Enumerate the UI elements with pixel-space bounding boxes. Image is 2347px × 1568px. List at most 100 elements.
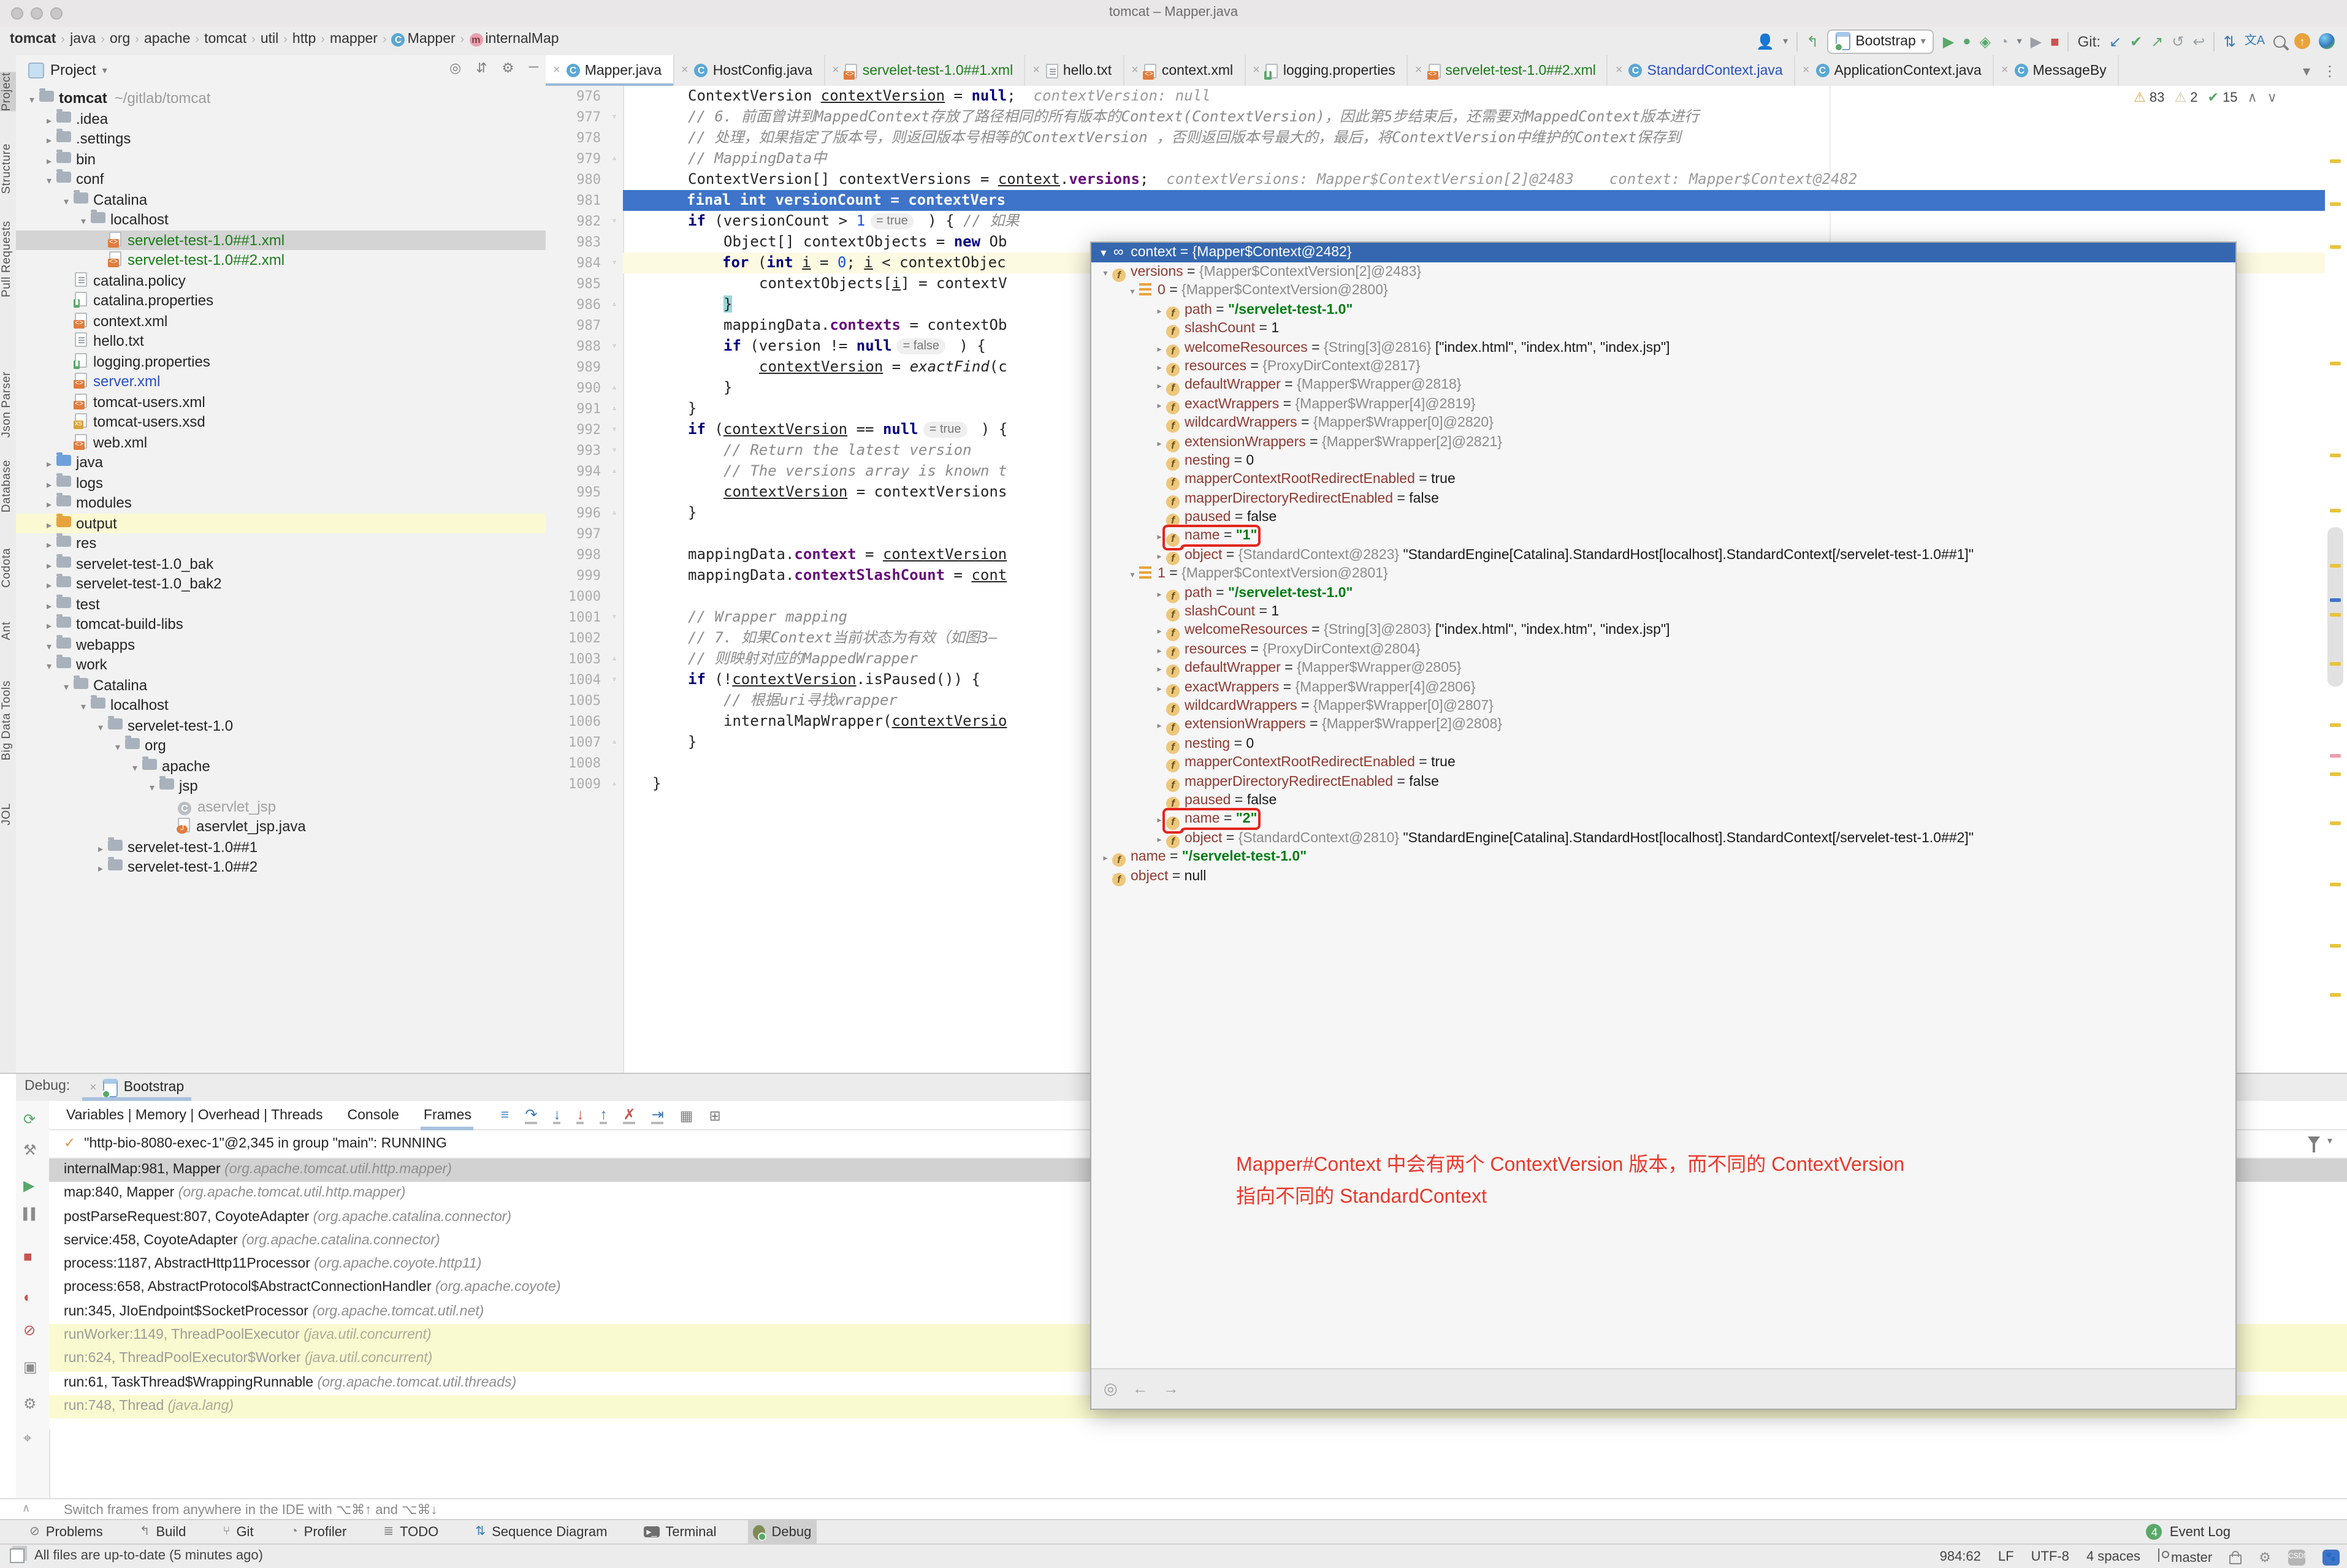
thread-dump-button[interactable]: ▣ [23, 1358, 37, 1376]
close-icon[interactable]: × [1616, 64, 1623, 77]
error-stripe[interactable] [2325, 86, 2347, 1073]
locate-file-button[interactable]: ◎ [449, 60, 461, 76]
variable-row-nesting[interactable]: fnesting = 0 [1091, 736, 2235, 755]
history-button[interactable]: ↺ [2172, 30, 2184, 52]
tree-chevron-icon[interactable]: ▸ [1153, 661, 1166, 680]
tree-item-conf[interactable]: ▾conf [16, 169, 546, 189]
toolwindow-git[interactable]: ⑂Git [218, 1520, 258, 1544]
fold-marker-icon[interactable]: ▵ [607, 294, 622, 315]
run-config-selector[interactable]: Bootstrap▾ [1827, 29, 1934, 53]
tree-item-res[interactable]: ▸res [16, 533, 546, 554]
run-anything-button[interactable]: ▶ [2031, 30, 2042, 52]
tree-chevron-icon[interactable]: ▾ [1099, 265, 1112, 284]
tab-hello.txt[interactable]: ×hello.txt [1025, 55, 1124, 86]
show-hidden-tabs-button[interactable]: ▾ [2303, 62, 2310, 79]
variable-row-resources[interactable]: ▸fresources = {ProxyDirContext@2804} [1091, 641, 2235, 660]
variable-row-defaultWrapper[interactable]: ▸fdefaultWrapper = {Mapper$Wrapper@2818} [1091, 377, 2235, 396]
code-line-981[interactable]: 981final int versionCount = contextVers [546, 190, 2347, 211]
tree-item-servelet-test-1.0##1[interactable]: ▸servelet-test-1.0##1 [16, 837, 546, 857]
warning-mark[interactable] [2330, 245, 2341, 249]
tab-context.xml[interactable]: ×<>context.xml [1124, 55, 1245, 86]
layout-settings-button[interactable]: ⊞ [709, 1106, 720, 1124]
tree-item-servelet-test-1.0[interactable]: ▾servelet-test-1.0 [16, 715, 546, 736]
force-step-into-button[interactable]: ↓ [576, 1106, 584, 1124]
rerun-button[interactable]: ⟳ [23, 1111, 36, 1128]
debug-button[interactable]: ● [1963, 30, 1971, 52]
build-settings-button[interactable]: ⚒ [23, 1141, 37, 1159]
close-icon[interactable]: × [1253, 64, 1260, 77]
tree-item-modules[interactable]: ▸modules [16, 493, 546, 513]
rollback-button[interactable]: ↩ [2192, 30, 2205, 52]
variable-row-mapperDirectoryRedirectEnabled[interactable]: fmapperDirectoryRedirectEnabled = false [1091, 490, 2235, 509]
warning-mark[interactable] [2330, 883, 2341, 886]
breadcrumb-item[interactable]: util [261, 32, 278, 47]
stripe-item-json-parser[interactable]: Json Parser [0, 371, 16, 438]
stripe-item-pull-requests[interactable]: Pull Requests [0, 221, 16, 297]
search-everywhere-icon[interactable] [2273, 35, 2286, 47]
fold-marker-icon[interactable]: ▵ [607, 774, 622, 794]
variable-row-wildcardWrappers[interactable]: fwildcardWrappers = {Mapper$Wrapper[0]@2… [1091, 698, 2235, 717]
panel-settings-button[interactable]: ⚙ [502, 60, 514, 76]
tree-item-jsp[interactable]: ▾jsp [16, 776, 546, 796]
tree-item-tomcat-users.xsd[interactable]: xstomcat-users.xsd [16, 412, 546, 432]
collapse-all-button[interactable]: ⇵ [476, 60, 487, 76]
tab-frames[interactable]: Frames [421, 1105, 474, 1125]
fold-marker-icon[interactable]: ▵ [607, 398, 622, 419]
warning-mark[interactable] [2330, 454, 2341, 457]
stripe-item-project[interactable]: Project [0, 72, 16, 111]
tree-item-localhost[interactable]: ▾localhost [16, 695, 546, 715]
sort-values-icon[interactable]: ◎ [1104, 1379, 1118, 1399]
fold-marker-icon[interactable]: ▿ [607, 419, 622, 440]
mute-breakpoints-button[interactable]: ⊘ [23, 1322, 36, 1339]
tab-Mapper.java[interactable]: ×CMapper.java [546, 55, 674, 86]
tree-chevron-icon[interactable]: ▸ [1153, 548, 1166, 567]
variable-row-path[interactable]: ▸fpath = "/servelet-test-1.0" [1091, 584, 2235, 603]
breakpoint-mark[interactable] [2330, 754, 2341, 758]
variable-row-exactWrappers[interactable]: ▸fexactWrappers = {Mapper$Wrapper[4]@280… [1091, 679, 2235, 698]
translate-icon[interactable]: 文A [2245, 30, 2265, 52]
warning-mark[interactable] [2330, 159, 2341, 163]
variable-row-object[interactable]: fobject = null [1091, 867, 2235, 886]
tree-chevron-icon[interactable]: ▸ [1153, 642, 1166, 661]
variable-row-path[interactable]: ▸fpath = "/servelet-test-1.0" [1091, 302, 2235, 321]
project-view-selector[interactable]: Project ▾ [28, 61, 107, 78]
git-update-button[interactable]: ↙ [2109, 30, 2121, 52]
variable-row-paused[interactable]: fpaused = false [1091, 792, 2235, 811]
fold-marker-icon[interactable]: ▵ [607, 732, 622, 753]
variable-row-extensionWrappers[interactable]: ▸fextensionWrappers = {Mapper$Wrapper[2]… [1091, 433, 2235, 452]
variable-row-object[interactable]: ▸fobject = {StandardContext@2810} "Stand… [1091, 829, 2235, 848]
variable-row-wildcardWrappers[interactable]: fwildcardWrappers = {Mapper$Wrapper[0]@2… [1091, 414, 2235, 433]
code-line-979[interactable]: 979▵// MappingData中 [546, 148, 2347, 169]
event-log[interactable]: 4Event Log [2147, 1524, 2347, 1540]
breadcrumb-item[interactable]: tomcat [204, 32, 246, 47]
variable-row-slashCount[interactable]: fslashCount = 1 [1091, 320, 2235, 339]
warning-mark[interactable] [2330, 509, 2341, 512]
variable-row-defaultWrapper[interactable]: ▸fdefaultWrapper = {Mapper$Wrapper@2805} [1091, 660, 2235, 679]
tree-item-.idea[interactable]: ▸.idea [16, 108, 546, 129]
breadcrumb-item[interactable]: apache [144, 32, 190, 47]
code-line-978[interactable]: 978// 处理，如果指定了版本号，则返回版本号相等的ContextVersio… [546, 127, 2347, 148]
breadcrumb-method[interactable]: internalMap [485, 32, 559, 47]
tree-item-localhost[interactable]: ▾localhost [16, 210, 546, 230]
fold-marker-icon[interactable]: ▵ [607, 148, 622, 169]
close-icon[interactable]: × [1032, 64, 1040, 77]
step-out-button[interactable]: ↑ [600, 1106, 607, 1124]
scroll-up-icon[interactable]: ∧ [22, 1502, 30, 1515]
fold-marker-icon[interactable]: ▿ [607, 211, 622, 232]
git-push-button[interactable]: ↗ [2151, 30, 2163, 52]
warning-mark[interactable] [2330, 564, 2341, 568]
code-line-980[interactable]: 980ContextVersion[] contextVersions = co… [546, 169, 2347, 190]
tree-item-bin[interactable]: ▸bin [16, 149, 546, 169]
fold-marker-icon[interactable]: ▵ [607, 461, 622, 482]
close-icon[interactable]: × [90, 1081, 97, 1094]
tree-item-hello.txt[interactable]: hello.txt [16, 331, 546, 351]
tree-chevron-icon[interactable]: ▸ [1153, 529, 1166, 548]
tree-item-org[interactable]: ▾org [16, 736, 546, 756]
resume-button[interactable]: ▶ [23, 1177, 34, 1194]
code-line-976[interactable]: 976ContextVersion contextVersion = null;… [546, 86, 2347, 107]
warning-mark[interactable] [2330, 202, 2341, 206]
tab-bootstrap-session[interactable]: × Bootstrap [77, 1074, 196, 1101]
git-commit-button[interactable]: ✔ [2130, 30, 2142, 52]
tree-item-tomcat[interactable]: ▾tomcat~/gitlab/tomcat [16, 88, 546, 108]
variable-row-name[interactable]: ▸fname = "2" [1091, 811, 2235, 830]
